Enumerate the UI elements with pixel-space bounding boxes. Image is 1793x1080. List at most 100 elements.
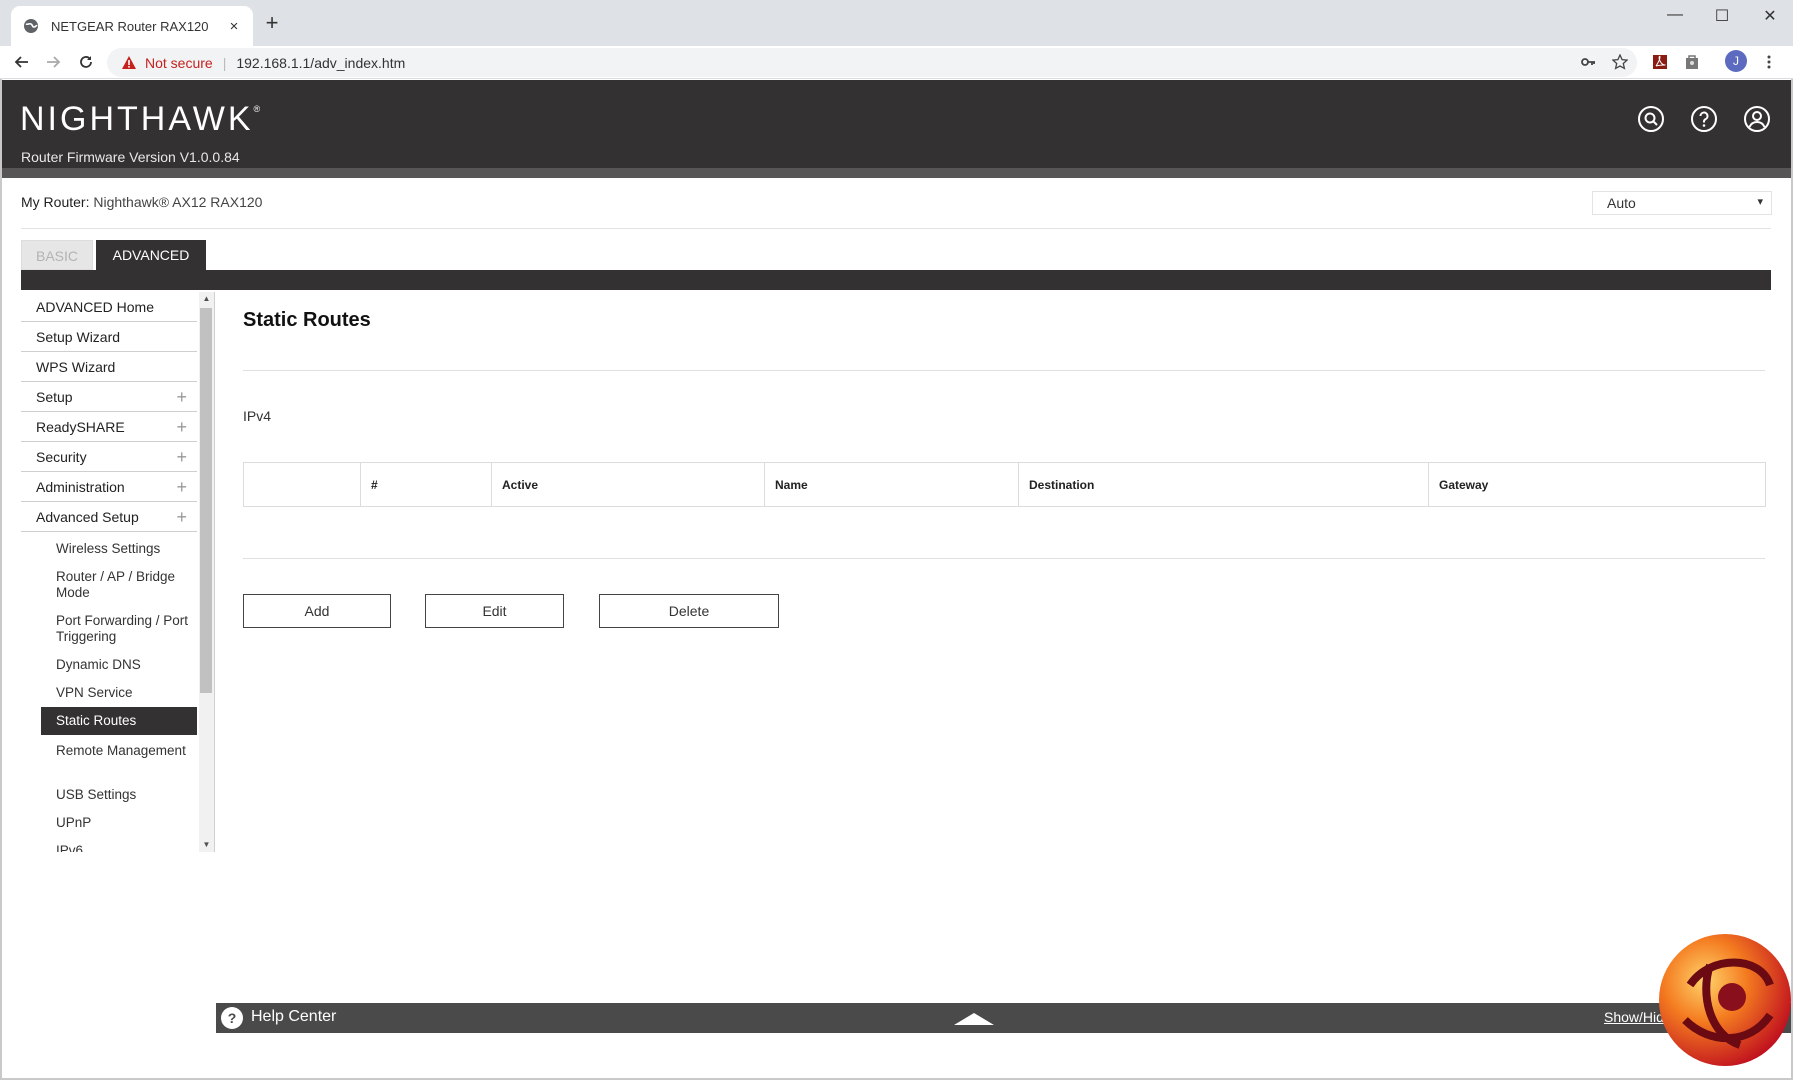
globe-icon xyxy=(23,18,39,34)
edit-button[interactable]: Edit xyxy=(425,594,564,628)
sidebar-item-label: Security xyxy=(36,449,87,465)
help-center-bar[interactable]: ? Help Center Show/Hide xyxy=(216,1003,1791,1033)
tab-title: NETGEAR Router RAX120 xyxy=(51,18,209,34)
back-icon[interactable] xyxy=(10,50,34,74)
sidebar-subitem-port-forwarding[interactable]: Port Forwarding / Port Triggering xyxy=(41,613,197,645)
column-header-gateway: Gateway xyxy=(1428,462,1766,507)
tab-advanced[interactable]: ADVANCED xyxy=(96,240,206,270)
forward-icon[interactable] xyxy=(41,50,65,74)
router-model: Nighthawk® AX12 RAX120 xyxy=(93,194,263,210)
scroll-down-arrow-icon[interactable]: ▼ xyxy=(199,838,214,852)
star-icon[interactable] xyxy=(1608,50,1632,74)
pdf-extension-icon[interactable] xyxy=(1648,50,1672,74)
delete-button[interactable]: Delete xyxy=(599,594,779,628)
warning-icon xyxy=(121,55,137,71)
divider xyxy=(243,558,1765,559)
sidebar-item-administration[interactable]: Administration + xyxy=(21,472,197,502)
key-icon[interactable] xyxy=(1576,50,1600,74)
help-circle-icon: ? xyxy=(221,1007,243,1029)
my-router-info: My Router: Nighthawk® AX12 RAX120 xyxy=(21,194,262,210)
window-frame xyxy=(0,79,2,1080)
scroll-up-arrow-icon[interactable]: ▲ xyxy=(199,292,214,306)
maximize-icon[interactable]: ☐ xyxy=(1707,6,1737,26)
sidebar-subitem-upnp[interactable]: UPnP xyxy=(41,815,197,831)
sidebar-subitem-ipv6[interactable]: IPv6 xyxy=(41,843,197,852)
sidebar-item-label: Administration xyxy=(36,479,125,495)
tab-bar xyxy=(21,270,1771,290)
sidebar-item-label: WPS Wizard xyxy=(36,359,116,375)
sidebar-nav: ADVANCED Home Setup Wizard WPS Wizard Se… xyxy=(21,292,199,852)
scrollbar-thumb[interactable] xyxy=(200,308,212,693)
expand-plus-icon[interactable]: + xyxy=(176,442,187,472)
section-label: IPv4 xyxy=(243,408,272,424)
search-icon[interactable] xyxy=(1637,105,1665,133)
minimize-icon[interactable]: — xyxy=(1660,6,1690,24)
bag-extension-icon[interactable] xyxy=(1680,50,1704,74)
my-router-label: My Router: xyxy=(21,194,90,210)
help-center-label: Help Center xyxy=(251,1008,337,1025)
sidebar-item-setup[interactable]: Setup + xyxy=(21,382,197,412)
separator: | xyxy=(222,54,227,71)
static-routes-table: # Active Name Destination Gateway xyxy=(243,462,1766,507)
language-value: Auto xyxy=(1607,195,1636,211)
sidebar-item-label: Setup Wizard xyxy=(36,329,121,345)
sidebar-subitem-dynamic-dns[interactable]: Dynamic DNS xyxy=(41,657,197,673)
language-select[interactable]: Auto ▾ xyxy=(1592,191,1772,215)
column-header-select xyxy=(243,462,361,507)
reload-icon[interactable] xyxy=(74,50,98,74)
router-header xyxy=(2,80,1791,168)
sidebar-subitem-vpn-service[interactable]: VPN Service xyxy=(41,685,197,701)
security-status[interactable]: Not secure xyxy=(145,55,213,71)
expand-plus-icon[interactable]: + xyxy=(176,472,187,502)
add-button[interactable]: Add xyxy=(243,594,391,628)
sidebar-subitem-static-routes[interactable]: Static Routes xyxy=(41,707,197,735)
menu-kebab-icon[interactable] xyxy=(1757,50,1781,74)
expand-plus-icon[interactable]: + xyxy=(176,382,187,412)
sidebar-subitem-wireless-settings[interactable]: Wireless Settings xyxy=(41,541,197,557)
expand-plus-icon[interactable]: + xyxy=(176,412,187,442)
close-window-icon[interactable]: ✕ xyxy=(1755,6,1785,26)
sidebar-item-label: ADVANCED Home xyxy=(36,299,154,315)
column-header-name: Name xyxy=(764,462,1019,507)
browser-tabstrip: NETGEAR Router RAX120 × + — ☐ ✕ xyxy=(0,0,1793,46)
sidebar-subitem-usb-settings[interactable]: USB Settings xyxy=(41,787,197,803)
tab-basic[interactable]: BASIC xyxy=(21,240,93,270)
sidebar-item-security[interactable]: Security + xyxy=(21,442,197,472)
column-header-destination: Destination xyxy=(1018,462,1429,507)
column-header-active: Active xyxy=(491,462,765,507)
new-tab-button[interactable]: + xyxy=(262,12,282,34)
header-strip xyxy=(2,168,1791,178)
watermark-logo xyxy=(1650,925,1793,1070)
logo-text: NIGHTHAWK xyxy=(20,100,254,138)
url-text[interactable]: 192.168.1.1/adv_index.htm xyxy=(236,55,405,71)
firmware-version: Router Firmware Version V1.0.0.84 xyxy=(21,149,240,165)
sidebar-item-label: Advanced Setup xyxy=(36,509,139,525)
sidebar-item-readyshare[interactable]: ReadySHARE + xyxy=(21,412,197,442)
expand-up-arrow-icon[interactable] xyxy=(954,1013,994,1025)
user-icon[interactable] xyxy=(1743,105,1771,133)
column-header-number: # xyxy=(360,462,492,507)
help-icon[interactable] xyxy=(1690,105,1718,133)
sidebar-subitem-remote-management[interactable]: Remote Management xyxy=(41,743,197,759)
profile-avatar[interactable]: J xyxy=(1725,50,1747,72)
sidebar-scrollbar[interactable]: ▲ ▼ xyxy=(199,292,214,852)
sidebar-item-label: ReadySHARE xyxy=(36,419,125,435)
content-divider xyxy=(214,292,215,852)
sidebar-item-label: Setup xyxy=(36,389,73,405)
sidebar-item-setup-wizard[interactable]: Setup Wizard xyxy=(21,322,197,352)
address-bar[interactable]: Not secure | 192.168.1.1/adv_index.htm xyxy=(107,48,1637,77)
nighthawk-logo: NIGHTHAWK® xyxy=(20,100,260,139)
browser-toolbar: Not secure | 192.168.1.1/adv_index.htm xyxy=(0,46,1793,79)
logo-mark: ® xyxy=(253,103,261,114)
tab-close-icon[interactable]: × xyxy=(225,18,243,35)
chevron-down-icon: ▾ xyxy=(1757,196,1763,208)
sidebar-item-advanced-setup[interactable]: Advanced Setup + xyxy=(21,502,197,532)
expand-plus-icon[interactable]: + xyxy=(176,502,187,532)
sidebar-subitem-router-ap-bridge[interactable]: Router / AP / Bridge Mode xyxy=(41,569,197,601)
divider xyxy=(21,228,1771,229)
sidebar-item-wps-wizard[interactable]: WPS Wizard xyxy=(21,352,197,382)
table-header-row: # Active Name Destination Gateway xyxy=(243,462,1766,507)
browser-tab[interactable]: NETGEAR Router RAX120 × xyxy=(11,6,253,46)
page-title: Static Routes xyxy=(243,309,371,331)
sidebar-item-advanced-home[interactable]: ADVANCED Home xyxy=(21,292,197,322)
